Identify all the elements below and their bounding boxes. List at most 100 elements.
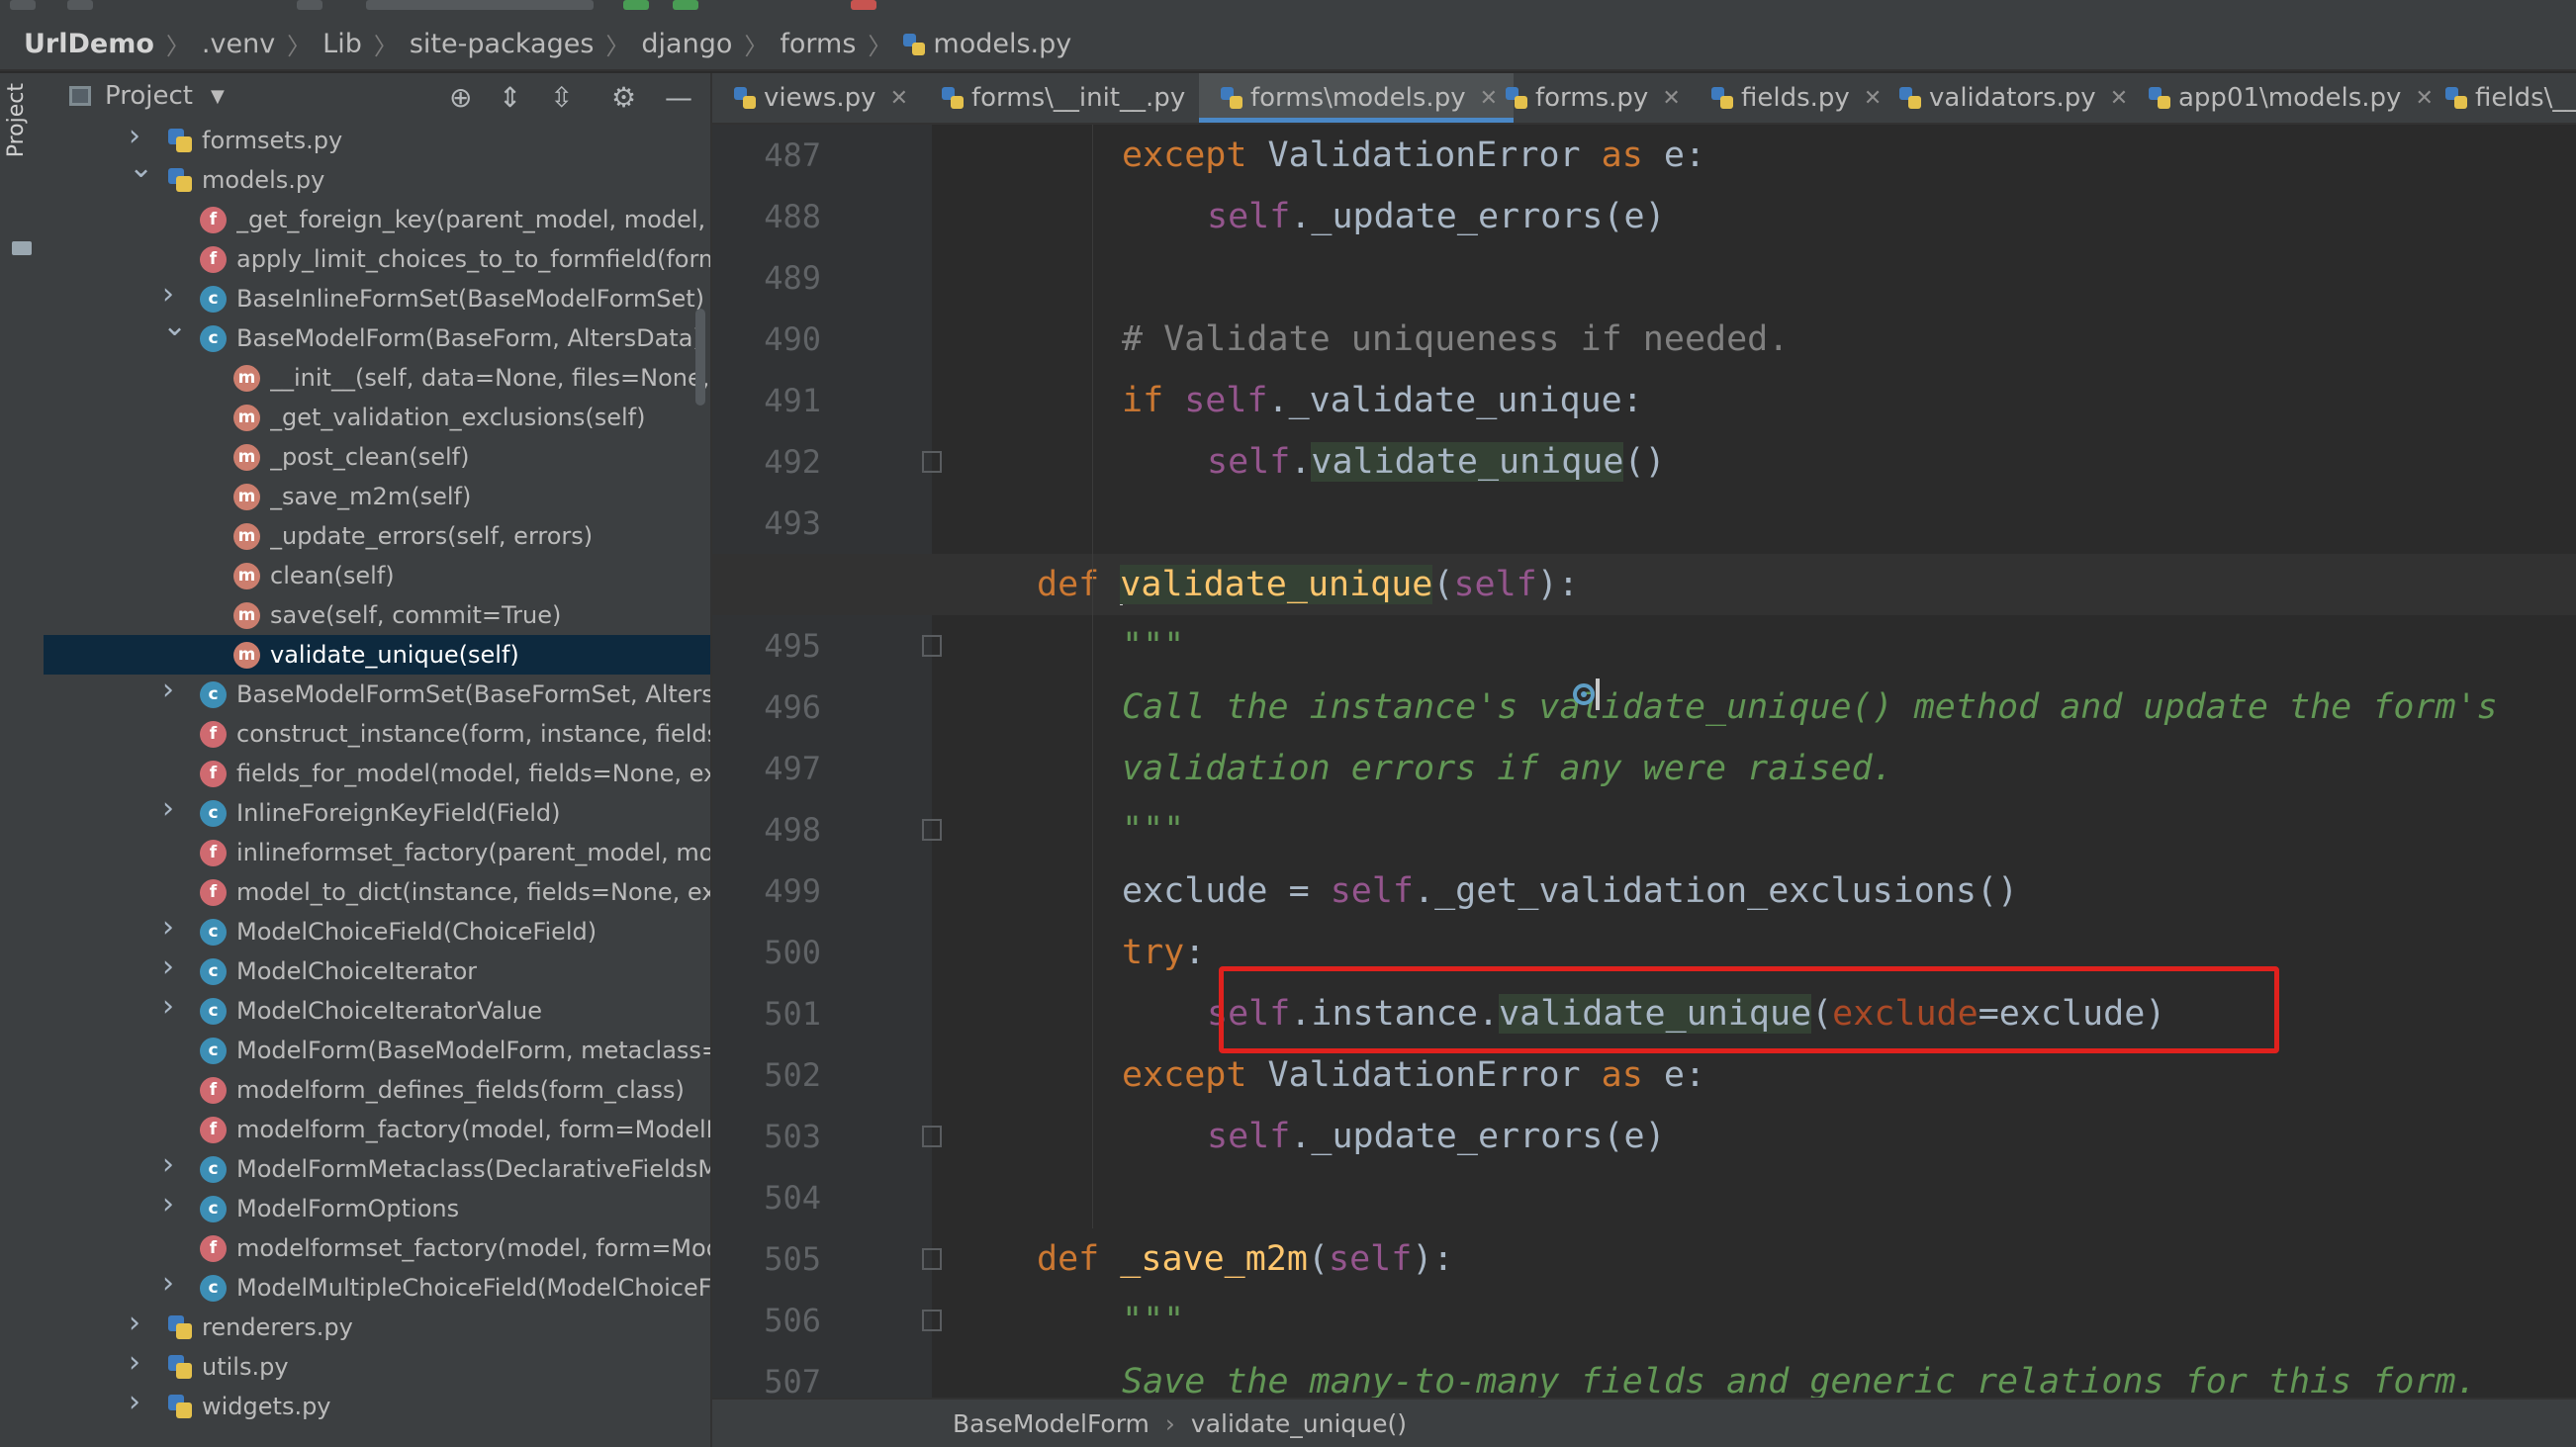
tree-item[interactable]: › widgets.py [44, 1385, 710, 1426]
code-line[interactable]: validation errors if any were raised. [712, 738, 2576, 799]
chevron-right-icon[interactable]: › [129, 1306, 140, 1340]
tree-item[interactable]: f fields_for_model(model, fields=None, ex… [44, 754, 710, 793]
tree-item[interactable]: m _save_m2m(self) [44, 477, 710, 516]
chevron-right-icon[interactable]: › [162, 1147, 174, 1182]
tree-item[interactable]: f modelformset_factory(model, form=Mode [44, 1228, 710, 1268]
code-line[interactable] [712, 1167, 2576, 1228]
code-line[interactable]: """ [712, 615, 2576, 677]
tree-item[interactable]: › c ModelFormOptions [44, 1187, 710, 1228]
tree-item[interactable]: ⌄ c BaseModelForm(BaseForm, AltersData) [44, 309, 710, 358]
editor-tab[interactable]: forms\__init__.py✕ [920, 73, 1234, 123]
tree-item[interactable]: f modelform_factory(model, form=ModelFo [44, 1110, 710, 1149]
debug-icon[interactable] [673, 0, 698, 10]
tree-item[interactable]: f _get_foreign_key(parent_model, model, f… [44, 200, 710, 239]
chevron-down-icon[interactable]: ⌄ [129, 150, 153, 185]
tree-item[interactable]: › c BaseModelFormSet(BaseFormSet, AltersDa [44, 673, 710, 714]
gear-icon[interactable]: ⚙ [611, 81, 636, 114]
code-line[interactable] [712, 247, 2576, 309]
tree-item[interactable]: › c ModelChoiceIterator [44, 950, 710, 991]
project-panel-title[interactable]: Project [105, 81, 193, 111]
chevron-down-icon[interactable]: ⌄ [162, 309, 187, 343]
tree-item[interactable]: m clean(self) [44, 556, 710, 595]
breadcrumb-site-packages[interactable]: site-packages [410, 29, 595, 59]
toolbar-icon[interactable] [67, 0, 93, 10]
tree-scrollbar[interactable] [695, 309, 705, 406]
run-icon[interactable] [623, 0, 649, 10]
tree-item[interactable]: m save(self, commit=True) [44, 595, 710, 635]
code-line[interactable]: """ [712, 1290, 2576, 1351]
code-line[interactable]: self.validate_unique() [712, 431, 2576, 493]
tree-item[interactable]: f construct_instance(form, instance, fiel… [44, 714, 710, 754]
toolbar-icon[interactable] [297, 0, 322, 10]
minimize-icon[interactable]: — [665, 81, 692, 114]
code-line[interactable]: def validate_unique(self): [712, 554, 2576, 615]
breadcrumb-project[interactable]: UrlDemo [24, 29, 154, 59]
tree-item[interactable]: f model_to_dict(instance, fields=None, ex… [44, 872, 710, 912]
chevron-right-icon[interactable]: › [162, 673, 174, 707]
chevron-right-icon[interactable]: › [129, 119, 140, 153]
code-line[interactable] [712, 493, 2576, 554]
code-line[interactable]: Call the instance's validate_unique() me… [712, 677, 2576, 738]
editor-tab[interactable]: validators.py ✕ [1878, 73, 2144, 123]
chevron-right-icon[interactable]: › [162, 910, 174, 945]
code-line[interactable]: # Validate uniqueness if needed. [712, 309, 2576, 370]
breadcrumb-venv[interactable]: .venv [202, 29, 275, 59]
tree-item[interactable]: › c InlineForeignKeyField(Field) [44, 791, 710, 833]
chevron-right-icon[interactable]: › [129, 1345, 140, 1380]
code-line[interactable]: Save the many-to-many fields and generic… [712, 1351, 2576, 1398]
stop-icon[interactable] [851, 0, 876, 10]
close-icon[interactable]: ✕ [1662, 86, 1680, 111]
tree-item[interactable]: f modelform_defines_fields(form_class) [44, 1070, 710, 1110]
tree-item[interactable]: m _post_clean(self) [44, 437, 710, 477]
tree-item[interactable]: f apply_limit_choices_to_to_formfield(for… [44, 239, 710, 279]
code-editor[interactable]: 4874884894904914924934944954964974984995… [712, 125, 2576, 1398]
status-crumb-class[interactable]: BaseModelForm [953, 1409, 1150, 1438]
breadcrumb-lib[interactable]: Lib [322, 29, 362, 59]
override-marker-icon[interactable] [1573, 683, 1595, 705]
tree-item[interactable]: › c ModelChoiceIteratorValue [44, 989, 710, 1031]
tree-item[interactable]: f inlineformset_factory(parent_model, mod… [44, 833, 710, 872]
tree-item[interactable]: › renderers.py [44, 1306, 710, 1347]
tree-item[interactable]: ⌄ models.py [44, 150, 710, 200]
chevron-right-icon[interactable]: › [162, 950, 174, 984]
editor-tab[interactable]: forms\models.py ✕ [1199, 73, 1515, 123]
code-line[interactable]: self._update_errors(e) [712, 186, 2576, 247]
tree-item[interactable]: › c BaseInlineFormSet(BaseModelFormSet) [44, 277, 710, 318]
code-line[interactable]: except ValidationError as e: [712, 125, 2576, 186]
code-line[interactable]: except ValidationError as e: [712, 1044, 2576, 1106]
editor-tab[interactable]: app01\models.py ✕ [2127, 73, 2449, 123]
breadcrumb-forms[interactable]: forms [780, 29, 856, 59]
code-line[interactable]: exclude = self._get_validation_exclusion… [712, 860, 2576, 922]
tree-item[interactable]: m _get_validation_exclusions(self) [44, 398, 710, 437]
tree-item[interactable]: m __init__(self, data=None, files=None, a… [44, 358, 710, 398]
chevron-right-icon[interactable]: › [162, 989, 174, 1024]
breadcrumb-file[interactable]: models.py [903, 29, 1071, 59]
tree-item[interactable]: › utils.py [44, 1345, 710, 1387]
chevron-right-icon[interactable]: › [162, 1187, 174, 1221]
close-icon[interactable]: ✕ [2110, 86, 2128, 111]
locate-icon[interactable]: ⊕ [449, 81, 472, 114]
project-tool-window-button[interactable]: Project [4, 83, 29, 157]
close-icon[interactable]: ✕ [890, 86, 908, 111]
expand-all-icon[interactable]: ⇕ [499, 81, 521, 114]
code-line[interactable]: """ [712, 799, 2576, 860]
chevron-right-icon[interactable]: › [162, 791, 174, 826]
chevron-right-icon[interactable]: › [129, 1385, 140, 1419]
breadcrumb-django[interactable]: django [641, 29, 732, 59]
tree-item[interactable]: › c ModelMultipleChoiceField(ModelChoiceFi… [44, 1266, 710, 1308]
code-line[interactable]: def _save_m2m(self): [712, 1228, 2576, 1290]
tree-item[interactable]: m _update_errors(self, errors) [44, 516, 710, 556]
tree-item[interactable]: › c ModelFormMetaclass(DeclarativeFieldsMe [44, 1147, 710, 1189]
toolbar-icon[interactable] [10, 0, 36, 10]
editor-tab[interactable]: forms.py ✕ [1484, 73, 1697, 123]
status-crumb-method[interactable]: validate_unique() [1191, 1409, 1407, 1438]
editor-tab[interactable]: views.py ✕ [712, 73, 924, 123]
editor-tab[interactable]: fields.py ✕ [1690, 73, 1897, 123]
run-config-selector[interactable] [366, 0, 594, 10]
tree-item[interactable]: › c ModelChoiceField(ChoiceField) [44, 910, 710, 951]
chevron-right-icon[interactable]: › [162, 277, 174, 312]
chevron-right-icon[interactable]: › [162, 1266, 174, 1301]
tree-item[interactable]: c ModelForm(BaseModelForm, metaclass=M [44, 1031, 710, 1070]
collapse-all-icon[interactable]: ⇳ [550, 81, 573, 114]
tree-item[interactable]: m validate_unique(self) [44, 635, 710, 675]
